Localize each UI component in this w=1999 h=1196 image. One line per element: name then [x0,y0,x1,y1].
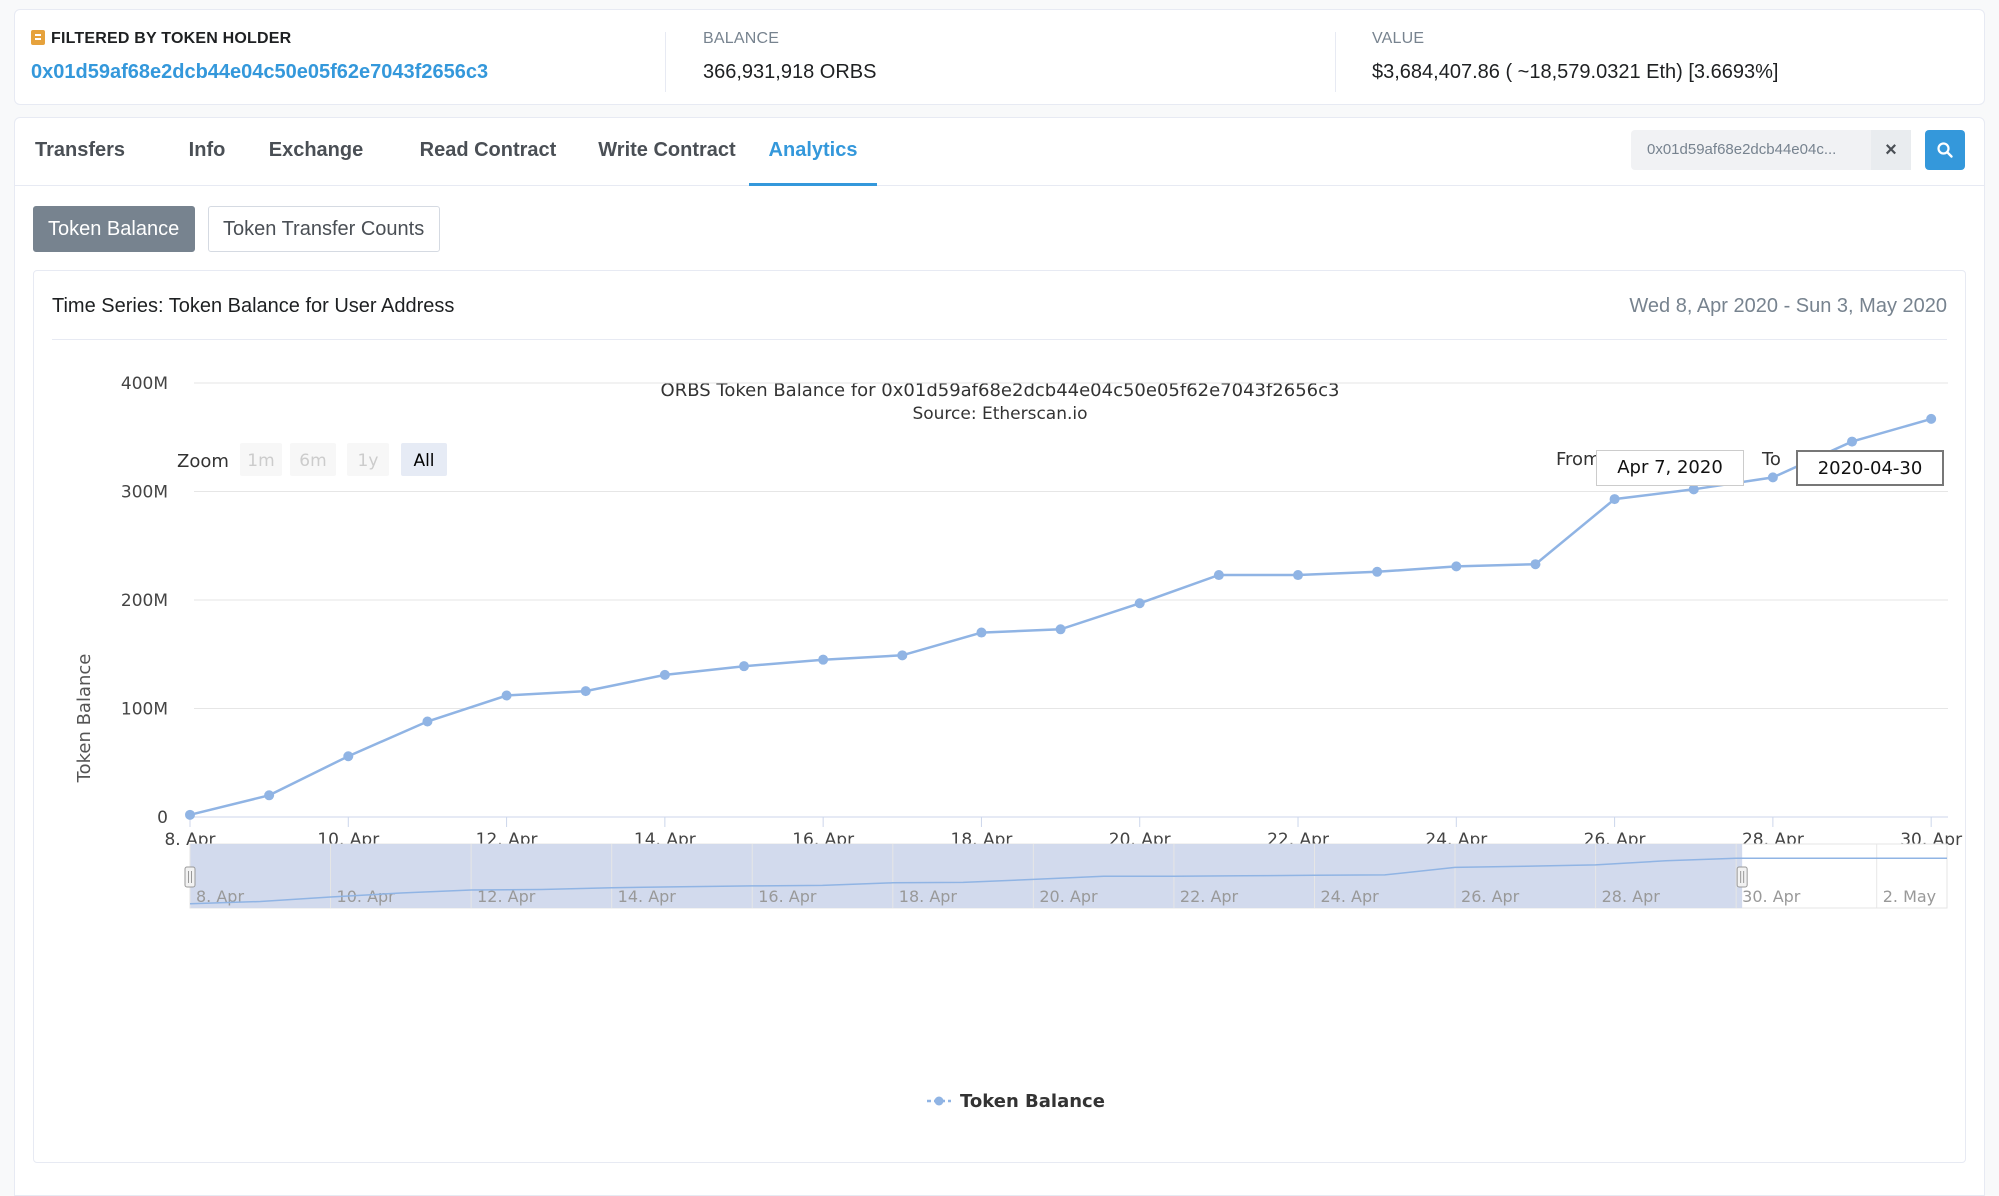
data-point[interactable] [1293,570,1304,581]
y-axis: 0 100M 200M 300M 400M [121,374,168,828]
token-balance-chart: ORBS Token Balance for 0x01d59af68e2dcb4… [74,374,1962,1112]
data-point[interactable] [1372,566,1383,577]
divider [665,32,666,92]
value-label: VALUE [1372,30,1425,47]
chart-legend[interactable]: Token Balance [927,1091,1105,1112]
y-tick-label: 0 [157,808,168,828]
to-label: To [1761,449,1781,470]
balance-value: 366,931,918 ORBS [703,61,877,83]
data-point[interactable] [185,809,195,820]
zoom-6m-label: 6m [299,451,326,471]
token-holder-icon [31,30,45,45]
data-point[interactable] [739,661,750,672]
data-point[interactable] [1213,570,1224,581]
navigator[interactable]: 8. Apr 10. Apr 12. Apr 14. Apr 16. Apr 18. Ap… [184,843,1948,909]
y-tick-label: 300M [121,483,168,503]
navigator-tick-label: 28. Apr [1602,887,1661,906]
from-date-input[interactable]: Apr 7, 2020 [1596,450,1744,486]
data-point[interactable] [1134,598,1145,609]
navigator-tick-label: 14. Apr [618,887,677,906]
data-point[interactable] [1451,561,1462,572]
y-tick-label: 200M [121,591,168,611]
y-axis-title: Token Balance [74,654,95,784]
y-tick-label: 400M [121,374,168,394]
search-icon [1937,142,1953,158]
holder-address-link[interactable]: 0x01d59af68e2dcb44e04c50e05f62e7043f2656… [31,61,488,84]
navigator-tick-label: 26. Apr [1461,887,1520,906]
legend-item[interactable]: Token Balance [960,1091,1105,1112]
navigator-right-handle[interactable] [1736,866,1748,888]
value-value: $3,684,407.86 ( ~18,579.0321 Eth) [3.669… [1372,61,1779,83]
value-stat: VALUE $3,684,407.86 ( ~18,579.0321 Eth) … [1372,30,1778,90]
filter-holder-stat: FILTERED BY TOKEN HOLDER 0x01d59af68e2dc… [31,30,488,90]
chart-grid [194,382,1948,818]
y-tick-label: 100M [121,700,168,720]
to-date-input[interactable]: 2020-04-30 [1796,450,1944,486]
navigator-tick-label: 16. Apr [758,887,817,906]
data-point[interactable] [422,716,433,727]
navigator-tick-label: 2. May [1883,887,1936,906]
data-point[interactable] [264,790,275,801]
clear-search-button[interactable]: × [1871,130,1911,170]
tab-exchange[interactable]: Exchange [261,118,371,186]
tab-bar: Transfers Info Exchange Read Contract Wr… [15,118,1984,186]
chart-panel: Time Series: Token Balance for User Addr… [33,270,1966,1163]
data-point[interactable] [818,654,829,665]
navigator-tick-label: 30. Apr [1742,887,1801,906]
tab-transfers[interactable]: Transfers [32,118,128,186]
data-point[interactable] [1847,436,1858,447]
data-point[interactable] [659,669,670,680]
navigator-tick-label: 24. Apr [1320,887,1379,906]
data-point[interactable] [1926,413,1937,424]
tab-info[interactable]: Info [172,118,242,186]
token-balance-button[interactable]: Token Balance [33,206,195,252]
holder-search-input[interactable]: 0x01d59af68e2dcb44e04c... [1631,130,1871,170]
data-point[interactable] [501,690,512,701]
data-point[interactable] [343,751,354,762]
data-point[interactable] [1530,559,1541,570]
data-point[interactable] [1055,624,1066,635]
tab-write-contract[interactable]: Write Contract [581,118,753,186]
legend-marker [934,1096,944,1106]
tab-read-contract[interactable]: Read Contract [401,118,575,186]
balance-stat: BALANCE 366,931,918 ORBS [703,30,876,90]
from-label: From [1556,449,1601,470]
filter-label: FILTERED BY TOKEN HOLDER [51,30,292,47]
zoom-All-label: All [413,451,434,471]
chart-subtitle: Source: Etherscan.io [912,404,1087,424]
navigator-tick-label: 18. Apr [899,887,958,906]
data-point[interactable] [1767,472,1778,483]
data-point[interactable] [1609,494,1620,505]
zoom-label: Zoom [177,451,229,472]
main-card: Transfers Info Exchange Read Contract Wr… [14,117,1985,1196]
data-point[interactable] [897,650,908,661]
zoom-1m-label: 1m [247,451,274,471]
zoom-1y-label: 1y [358,451,379,471]
zoom-buttons: 1m 6m 1y All [240,443,447,476]
data-point[interactable] [976,627,987,638]
navigator-tick-label: 22. Apr [1180,887,1239,906]
divider [1335,32,1336,92]
data-point[interactable] [580,686,591,697]
tab-analytics[interactable]: Analytics [749,118,877,186]
navigator-tick-label: 20. Apr [1039,887,1098,906]
token-transfer-counts-button[interactable]: Token Transfer Counts [208,206,440,252]
search-button[interactable] [1925,130,1965,170]
token-holder-summary: FILTERED BY TOKEN HOLDER 0x01d59af68e2dc… [14,9,1985,105]
balance-label: BALANCE [703,30,780,47]
navigator-left-handle[interactable] [184,866,196,888]
